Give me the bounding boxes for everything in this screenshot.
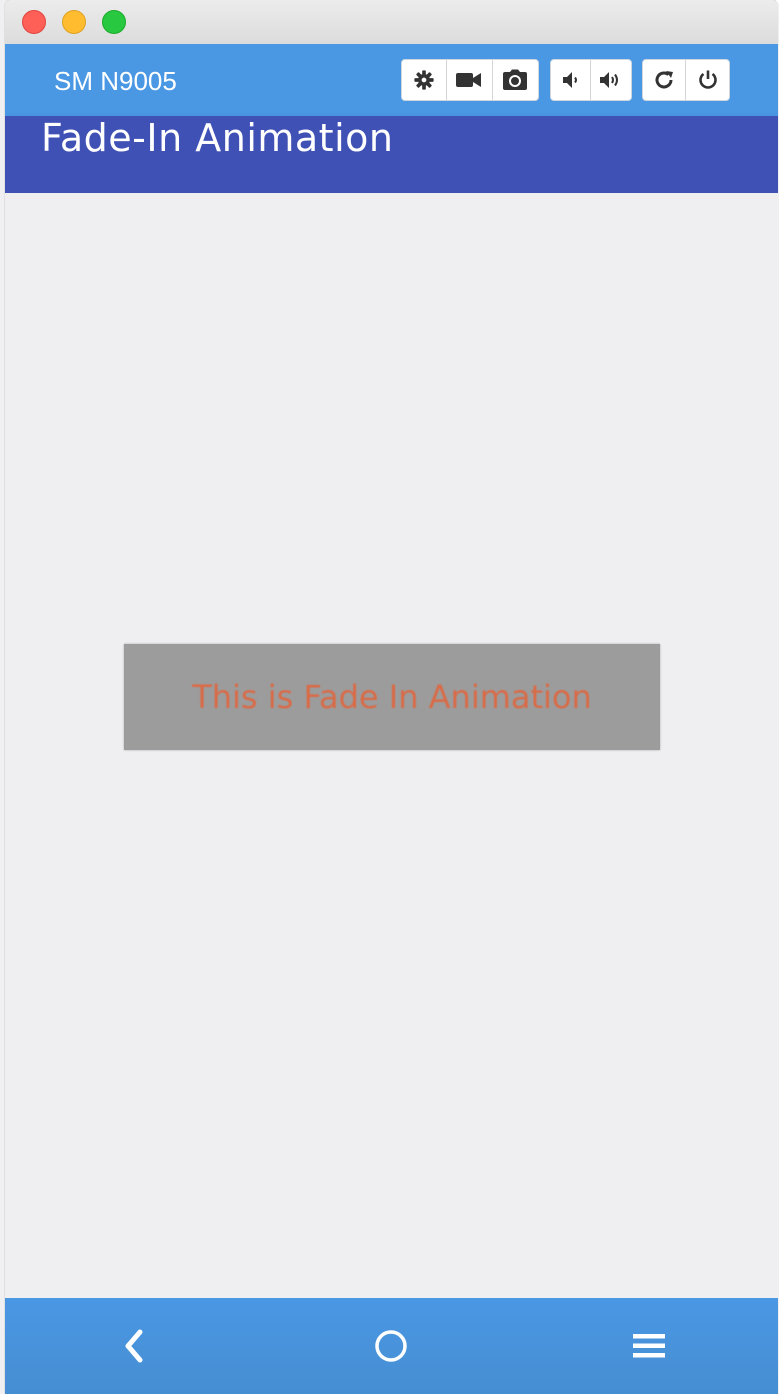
app-content: This is Fade In Animation [5, 193, 778, 1298]
window-titlebar[interactable] [5, 0, 778, 45]
device-toolbar: SM N9005 [5, 44, 778, 116]
rotate-icon [655, 71, 673, 89]
power-button[interactable] [686, 60, 729, 100]
home-icon [375, 1330, 407, 1362]
volume-down-icon [562, 72, 577, 88]
fade-in-box: This is Fade In Animation [124, 644, 660, 750]
app-bar: Fade-In Animation [5, 116, 778, 193]
volume-down-button[interactable] [551, 60, 591, 100]
menu-button[interactable] [627, 1324, 671, 1368]
back-button[interactable] [113, 1324, 157, 1368]
window-maximize-button[interactable] [102, 10, 126, 34]
back-icon [125, 1329, 143, 1363]
volume-up-button[interactable] [591, 60, 631, 100]
camera-icon [503, 69, 528, 90]
volume-up-icon [600, 72, 618, 88]
device-name: SM N9005 [54, 66, 177, 96]
window-minimize-button[interactable] [62, 10, 86, 34]
settings-button[interactable] [402, 60, 448, 100]
media-button-group [401, 59, 539, 101]
gear-icon [414, 70, 434, 90]
window-close-button[interactable] [22, 10, 46, 34]
page-title: Fade-In Animation [41, 116, 394, 160]
menu-icon [633, 1334, 665, 1358]
home-button[interactable] [369, 1324, 413, 1368]
power-icon [698, 70, 717, 89]
power-button-group [642, 59, 730, 101]
volume-button-group [550, 59, 632, 101]
fade-in-label: This is Fade In Animation [192, 678, 592, 716]
android-nav-bar [5, 1298, 778, 1394]
record-video-button[interactable] [447, 60, 493, 100]
emulator-window: SM N9005 Fade-In Animation This is Fade … [5, 0, 778, 1394]
rotate-button[interactable] [643, 60, 686, 100]
screenshot-button[interactable] [493, 60, 538, 100]
video-camera-icon [456, 73, 482, 87]
